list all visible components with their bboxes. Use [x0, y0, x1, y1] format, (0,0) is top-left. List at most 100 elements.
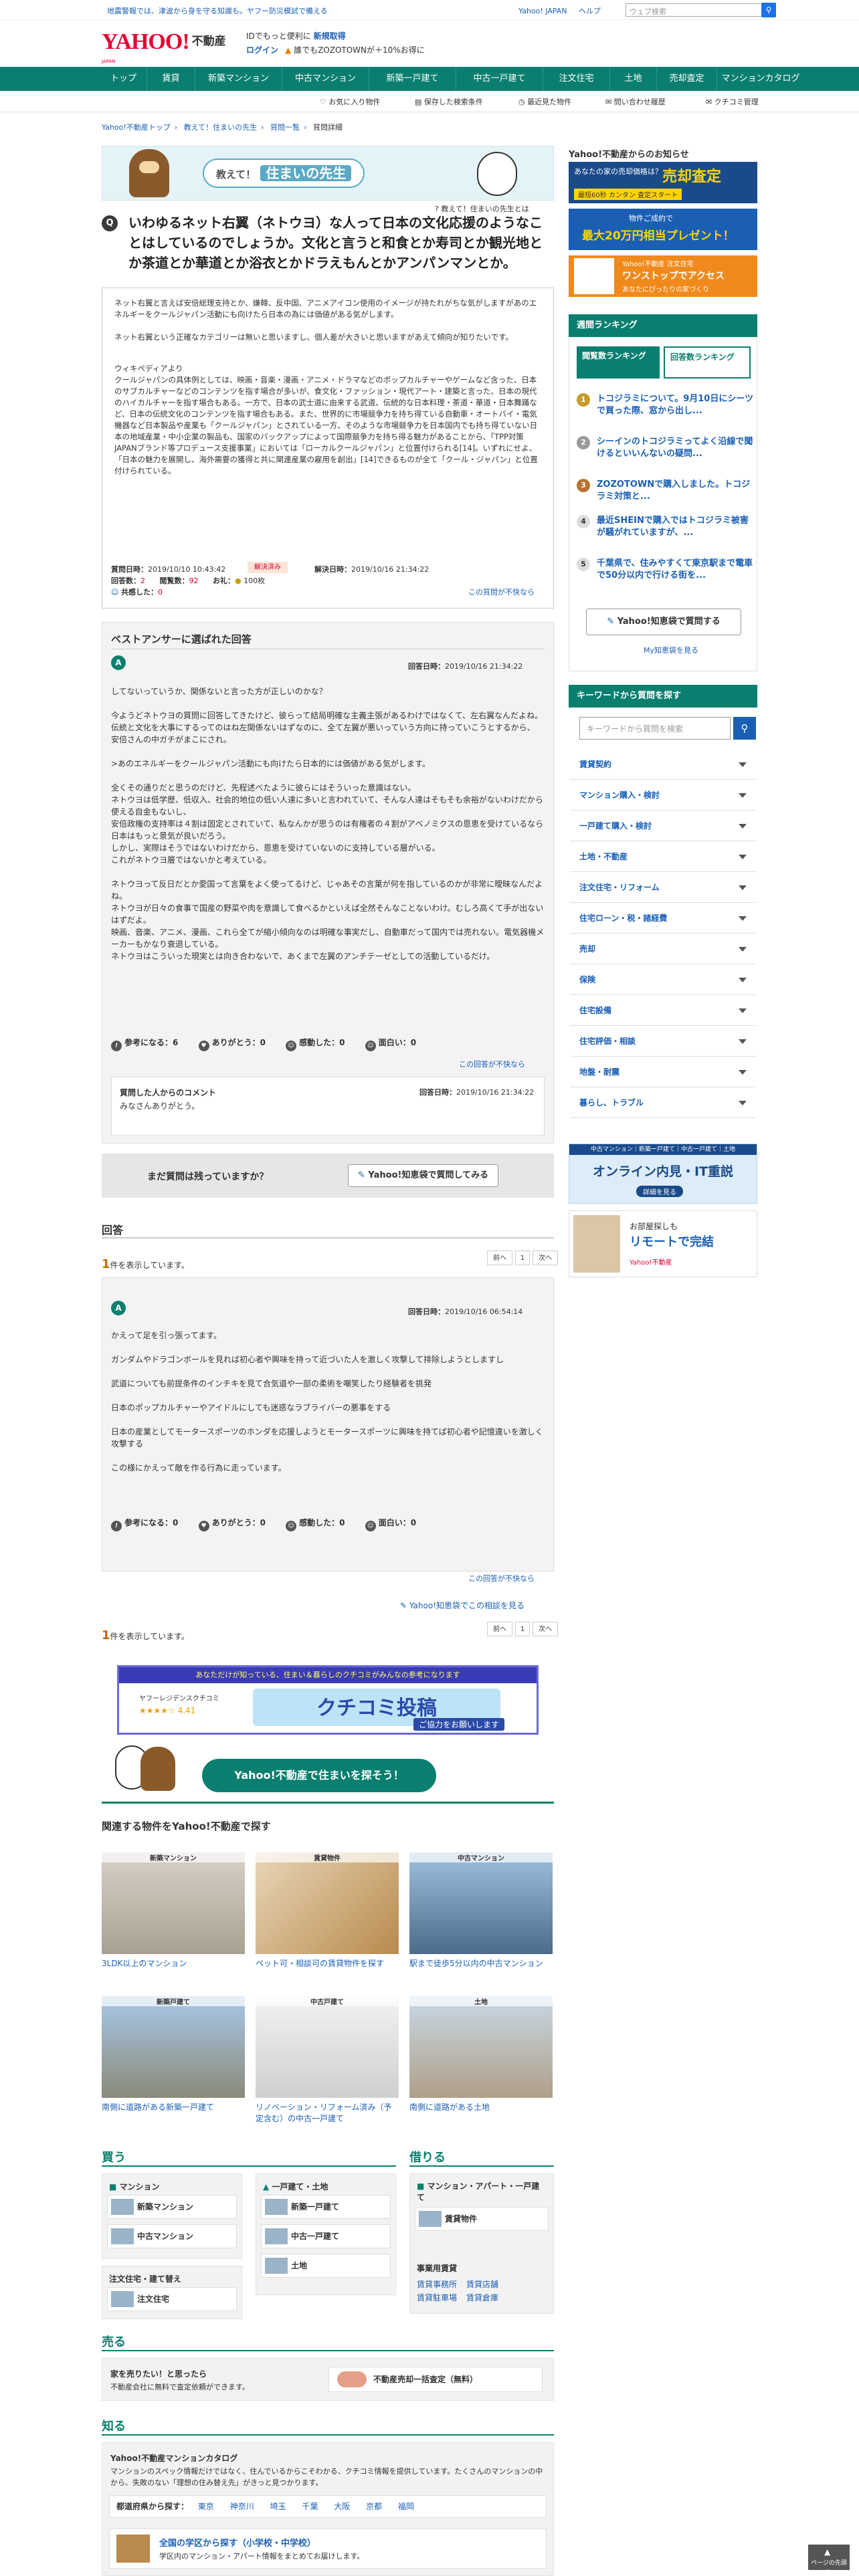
web-search-input[interactable]: ウェブ検索: [626, 3, 773, 17]
breadcrumb-sensei[interactable]: 教えて！住まいの先生: [184, 123, 257, 132]
related-caption[interactable]: リノベーション・リフォーム済み（予定含む）の中古一戸建て: [256, 2102, 399, 2125]
empathy-button[interactable]: ☺ 共感した：0: [111, 586, 163, 597]
breadcrumb-list[interactable]: 質問一覧: [270, 123, 300, 132]
buy-new-mansion[interactable]: 新築マンション: [107, 2195, 237, 2219]
category-item[interactable]: 地盤・耐震: [570, 1057, 756, 1087]
category-item[interactable]: マンション購入・検討: [570, 780, 756, 811]
nav-used-mansion[interactable]: 中古マンション: [282, 67, 369, 91]
related-caption[interactable]: 南側に道路がある土地: [409, 2102, 553, 2113]
biz-warehouse[interactable]: 賃貸倉庫: [466, 2293, 498, 2302]
related-photo-rent[interactable]: 賃貸物件: [256, 1852, 399, 1954]
biz-parking[interactable]: 賃貸駐車場: [417, 2293, 457, 2302]
yahoo-japan-link[interactable]: Yahoo! JAPAN: [518, 7, 567, 15]
back-to-top-button[interactable]: ▲ ページの先頭へ: [808, 2545, 850, 2575]
reaction-thanks[interactable]: ♥ ありがとう：0: [198, 1037, 266, 1051]
subnav-recent[interactable]: ◷ 最近見た物件: [518, 96, 571, 107]
report-answer-link[interactable]: この回答が不快なら: [459, 1059, 525, 1069]
tab-views-ranking[interactable]: 閲覧数ランキング: [577, 346, 660, 379]
nav-custom-house[interactable]: 注文住宅: [543, 67, 610, 91]
ranking-item[interactable]: 1 トコジラミについて。9月10日にシーツで買った際、窓から出し...: [577, 393, 754, 417]
category-item[interactable]: 一戸建て購入・検討: [570, 811, 756, 841]
nav-top[interactable]: トップ: [100, 67, 147, 91]
nav-rent[interactable]: 賃貸: [147, 67, 195, 91]
related-caption[interactable]: 駅まで徒歩5分以内の中古マンション: [409, 1958, 553, 1969]
nav-used-house[interactable]: 中古一戸建て: [456, 67, 543, 91]
my-chiebukuro-link[interactable]: My知恵袋を見る: [644, 645, 698, 655]
nav-new-house[interactable]: 新築一戸建て: [369, 67, 456, 91]
sidebar-ad-custom-house[interactable]: Yahoo!不動産 注文住宅 ワンストップでアクセス あなたにぴったりの家づくり: [569, 255, 757, 297]
related-photo-used-house[interactable]: 中古戸建て: [256, 1996, 399, 2098]
ask-on-chiebukuro-button[interactable]: ✎ Yahoo!知恵袋で質問する: [586, 609, 741, 635]
category-item[interactable]: 住宅ローン・税・諸経費: [570, 903, 756, 934]
pager-prev[interactable]: 前へ: [487, 1622, 512, 1636]
category-item[interactable]: 住宅設備: [570, 995, 756, 1026]
related-caption[interactable]: 南側に道路がある新築一戸建て: [102, 2102, 245, 2113]
pref-link[interactable]: 大阪: [334, 2502, 350, 2511]
category-item[interactable]: 暮らし、トラブル: [570, 1087, 756, 1118]
reaction-helpful[interactable]: ! 参考になる：6: [111, 1037, 178, 1051]
reaction-moved[interactable]: ☺ 感動した：0: [286, 1517, 345, 1531]
reaction-thanks[interactable]: ♥ ありがとう：0: [198, 1517, 266, 1531]
keyword-search-input[interactable]: キーワードから質問を検索: [579, 717, 731, 740]
register-link[interactable]: 新規取得: [314, 31, 346, 41]
report-answer-link[interactable]: この回答が不快なら: [468, 1573, 535, 1584]
category-item[interactable]: 売却: [570, 934, 756, 964]
sidebar-ad-online[interactable]: 中古マンション｜新築一戸建て｜中古一戸建て｜土地 オンライン内見・IT重説 詳細…: [569, 1144, 757, 1204]
related-photo-land[interactable]: 土地: [409, 1996, 553, 2098]
sell-estimate-button[interactable]: 不動産売却一括査定（無料）: [328, 2367, 543, 2392]
buy-used-mansion[interactable]: 中古マンション: [107, 2224, 237, 2248]
ranking-item[interactable]: 4 最近SHEINで購入ではトコジラミ被害が騒がれていますが、...: [577, 515, 754, 539]
ranking-item[interactable]: 3 ZOZOTOWNで購入しました。トコジラミ対策と...: [577, 479, 754, 503]
related-photo-new-mansion[interactable]: 新築マンション: [102, 1852, 245, 1954]
subnav-inquiries[interactable]: ✉ 問い合わせ履歴: [605, 96, 666, 107]
pager-next[interactable]: 次へ: [533, 1622, 558, 1636]
biz-office[interactable]: 賃貸事務所: [417, 2280, 457, 2289]
reaction-funny[interactable]: ☺ 面白い：0: [365, 1517, 416, 1531]
category-item[interactable]: 土地・不動産: [570, 841, 756, 872]
sidebar-ad-present[interactable]: 物件ご成約で 最大20万円相当プレゼント！: [569, 209, 757, 250]
pref-link[interactable]: 埼玉: [270, 2502, 286, 2511]
pager-page-1[interactable]: 1: [515, 1622, 530, 1636]
related-photo-used-mansion[interactable]: 中古マンション: [409, 1852, 553, 1954]
buy-new-house[interactable]: 新築一戸建て: [261, 2195, 391, 2219]
disaster-notice-link[interactable]: 地震警報では、津波から身を守る知識も。ヤフー防災模試で備える: [107, 5, 328, 16]
pager-page-1[interactable]: 1: [515, 1251, 530, 1265]
nav-catalog[interactable]: マンションカタログ: [717, 67, 804, 91]
ask-chiebukuro-button[interactable]: ✎ Yahoo!知恵袋で質問してみる: [348, 1164, 499, 1187]
category-item[interactable]: 注文住宅・リフォーム: [570, 872, 756, 903]
school-district-link[interactable]: 全国の学区から探す（小学校・中学校） 学区内のマンション・アパート情報をまとめて…: [109, 2529, 547, 2569]
nav-new-mansion[interactable]: 新築マンション: [195, 67, 282, 91]
pref-link[interactable]: 福岡: [398, 2502, 414, 2511]
biz-shop[interactable]: 賃貸店舗: [466, 2280, 498, 2289]
category-item[interactable]: 住宅評価・相談: [570, 1026, 756, 1057]
yahoo-realestate-logo[interactable]: YAHOO! 不動産: [102, 29, 226, 55]
ranking-item[interactable]: 5 千葉県で、住みやすくて東京駅まで電車で50分以内で行ける街を...: [577, 558, 754, 582]
buy-used-house[interactable]: 中古一戸建て: [261, 2224, 391, 2248]
nav-sell[interactable]: 売却査定: [657, 67, 717, 91]
breadcrumb-top[interactable]: Yahoo!不動産トップ: [102, 123, 171, 132]
reaction-moved[interactable]: ☺ 感動した：0: [286, 1037, 345, 1051]
ranking-item[interactable]: 2 シーインのトコジラミってよく沿線で聞けるといいんないの疑問...: [577, 436, 754, 460]
search-icon[interactable]: ⚲: [733, 717, 756, 740]
sidebar-ad-remote[interactable]: お部屋探しも リモートで完結 Yahoo!不動産: [569, 1210, 757, 1277]
category-item[interactable]: 賃貸契約: [570, 749, 756, 780]
pref-link[interactable]: 京都: [366, 2502, 382, 2511]
pager-prev[interactable]: 前へ: [487, 1251, 512, 1265]
subnav-reviews[interactable]: ✉ クチコミ管理: [706, 96, 759, 107]
search-icon[interactable]: ⚲: [761, 3, 776, 17]
pager-next[interactable]: 次へ: [533, 1251, 558, 1265]
pref-link[interactable]: 東京: [198, 2502, 214, 2511]
related-photo-new-house[interactable]: 新築戸建て: [102, 1996, 245, 2098]
reaction-funny[interactable]: ☺ 面白い：0: [365, 1037, 416, 1051]
related-caption[interactable]: 3LDK以上のマンション: [102, 1958, 245, 1969]
zozo-promo[interactable]: 誰でもZOZOTOWNが＋10%お得に: [294, 45, 425, 55]
subnav-favorites[interactable]: ♡ お気に入り物件: [320, 96, 380, 107]
nav-land[interactable]: 土地: [610, 67, 657, 91]
category-item[interactable]: 保険: [570, 964, 756, 995]
pref-link[interactable]: 神奈川: [230, 2502, 254, 2511]
login-link[interactable]: ログイン: [246, 45, 278, 55]
tab-answers-ranking[interactable]: 回答数ランキング: [664, 346, 751, 379]
buy-land[interactable]: 土地: [261, 2254, 391, 2278]
sensei-banner[interactable]: 教えて！ 住まいの先生: [102, 146, 554, 201]
view-on-chiebukuro-link[interactable]: ✎ Yahoo!知恵袋でこの相談を見る: [400, 1600, 524, 1611]
